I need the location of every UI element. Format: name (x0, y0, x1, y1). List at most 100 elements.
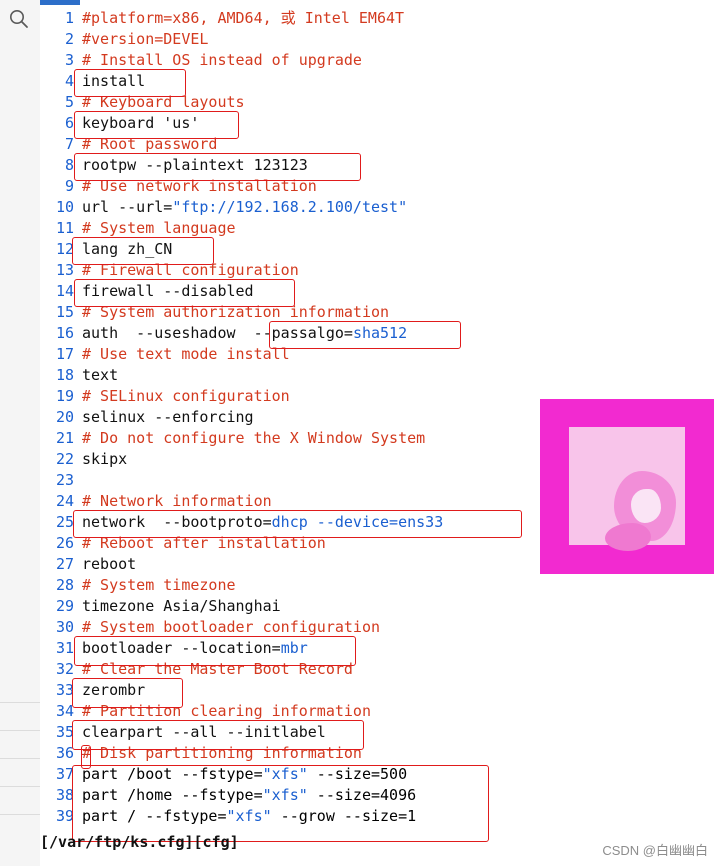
code-line[interactable]: 12 lang zh_CN (40, 239, 714, 260)
line-number: 38 (55, 786, 74, 804)
code-line[interactable]: 30 # System bootloader configuration (40, 617, 714, 638)
code-line[interactable]: 32 # Clear the Master Boot Record (40, 659, 714, 680)
line-number: 36 (55, 744, 74, 762)
code-text[interactable]: part /home --fstype="xfs" --size=4096 (74, 785, 416, 806)
pink-blob-3 (605, 523, 651, 551)
code-text[interactable]: # Use network installation (74, 176, 317, 197)
code-text[interactable]: firewall --disabled (74, 281, 254, 302)
code-line[interactable]: 29 timezone Asia/Shanghai (40, 596, 714, 617)
code-text[interactable]: # Keyboard layouts (74, 92, 245, 113)
strip-divider (0, 702, 40, 703)
code-line[interactable]: 2 #version=DEVEL (40, 29, 714, 50)
pink-thumbnail-inner (569, 427, 685, 551)
code-text[interactable]: timezone Asia/Shanghai (74, 596, 281, 617)
line-number: 10 (55, 198, 74, 216)
line-number: 37 (55, 765, 74, 783)
code-text[interactable]: bootloader --location=mbr (74, 638, 308, 659)
line-number: 33 (55, 681, 74, 699)
code-text[interactable]: part / --fstype="xfs" --grow --size=1 (74, 806, 416, 827)
code-line[interactable]: 35 clearpart --all --initlabel (40, 722, 714, 743)
code-text[interactable]: # Disk partitioning information (74, 743, 362, 764)
line-number: 9 (64, 177, 74, 195)
line-number: 35 (55, 723, 74, 741)
code-line[interactable]: 8 rootpw --plaintext 123123 (40, 155, 714, 176)
code-text[interactable]: selinux --enforcing (74, 407, 254, 428)
code-line[interactable]: 7 # Root password (40, 134, 714, 155)
line-number: 27 (55, 555, 74, 573)
code-text[interactable]: # Network information (74, 491, 272, 512)
code-text[interactable]: # Clear the Master Boot Record (74, 659, 353, 680)
code-line[interactable]: 9 # Use network installation (40, 176, 714, 197)
code-line[interactable]: 15 # System authorization information (40, 302, 714, 323)
code-text[interactable]: # Partition clearing information (74, 701, 371, 722)
line-number: 3 (64, 51, 74, 69)
code-line[interactable]: 34 # Partition clearing information (40, 701, 714, 722)
code-line[interactable]: 17 # Use text mode install (40, 344, 714, 365)
code-text[interactable]: zerombr (74, 680, 145, 701)
code-line[interactable]: 10 url --url="ftp://192.168.2.100/test" (40, 197, 714, 218)
line-number: 24 (55, 492, 74, 510)
code-line[interactable]: 28 # System timezone (40, 575, 714, 596)
code-line[interactable]: 36 # Disk partitioning information (40, 743, 714, 764)
code-text[interactable]: clearpart --all --initlabel (74, 722, 326, 743)
code-text[interactable]: text (74, 365, 118, 386)
code-text[interactable]: # Firewall configuration (74, 260, 299, 281)
code-line[interactable]: 37 part /boot --fstype="xfs" --size=500 (40, 764, 714, 785)
code-text[interactable]: # SELinux configuration (74, 386, 290, 407)
line-number: 14 (55, 282, 74, 300)
code-line[interactable]: 39 part / --fstype="xfs" --grow --size=1 (40, 806, 714, 827)
left-gutter-strip (0, 0, 41, 866)
code-line[interactable]: 13 # Firewall configuration (40, 260, 714, 281)
code-line[interactable]: 11 # System language (40, 218, 714, 239)
code-text[interactable]: network --bootproto=dhcp --device=ens33 (74, 512, 443, 533)
code-text[interactable]: lang zh_CN (74, 239, 172, 260)
code-line[interactable]: 14 firewall --disabled (40, 281, 714, 302)
code-text[interactable]: # Root password (74, 134, 217, 155)
line-number: 30 (55, 618, 74, 636)
line-number: 32 (55, 660, 74, 678)
line-number: 1 (64, 9, 74, 27)
code-text[interactable]: # System timezone (74, 575, 236, 596)
code-text[interactable]: # Use text mode install (74, 344, 290, 365)
pink-thumbnail (540, 399, 714, 574)
code-line[interactable]: 16 auth --useshadow --passalgo=sha512 (40, 323, 714, 344)
code-text[interactable]: skipx (74, 449, 127, 470)
code-text[interactable]: url --url="ftp://192.168.2.100/test" (74, 197, 407, 218)
code-text[interactable]: # System authorization information (74, 302, 389, 323)
search-icon[interactable] (8, 8, 30, 30)
code-text[interactable]: #platform=x86, AMD64, 或 Intel EM64T (74, 8, 404, 29)
active-tab-indicator[interactable] (40, 0, 80, 5)
line-number: 23 (55, 471, 74, 489)
code-text[interactable]: keyboard 'us' (74, 113, 199, 134)
line-number: 7 (64, 135, 74, 153)
code-text[interactable]: # Install OS instead of upgrade (74, 50, 362, 71)
code-line[interactable]: 5 # Keyboard layouts (40, 92, 714, 113)
code-text[interactable]: #version=DEVEL (74, 29, 208, 50)
code-text[interactable]: # Reboot after installation (74, 533, 326, 554)
code-text[interactable]: auth --useshadow --passalgo=sha512 (74, 323, 407, 344)
code-text[interactable]: rootpw --plaintext 123123 (74, 155, 308, 176)
strip-divider (0, 814, 40, 815)
line-number: 2 (64, 30, 74, 48)
code-line[interactable]: 4 install (40, 71, 714, 92)
code-text[interactable]: # Do not configure the X Window System (74, 428, 425, 449)
line-number: 28 (55, 576, 74, 594)
code-text[interactable]: # System bootloader configuration (74, 617, 380, 638)
line-number: 25 (55, 513, 74, 531)
code-text[interactable]: part /boot --fstype="xfs" --size=500 (74, 764, 407, 785)
line-number: 18 (55, 366, 74, 384)
code-line[interactable]: 18 text (40, 365, 714, 386)
code-line[interactable]: 31 bootloader --location=mbr (40, 638, 714, 659)
code-text[interactable]: # System language (74, 218, 236, 239)
code-line[interactable]: 38 part /home --fstype="xfs" --size=4096 (40, 785, 714, 806)
code-line[interactable]: 6 keyboard 'us' (40, 113, 714, 134)
code-line[interactable]: 33 zerombr (40, 680, 714, 701)
line-number: 26 (55, 534, 74, 552)
code-line[interactable]: 1 #platform=x86, AMD64, 或 Intel EM64T (40, 8, 714, 29)
code-text[interactable]: install (74, 71, 145, 92)
code-line[interactable]: 3 # Install OS instead of upgrade (40, 50, 714, 71)
line-number: 12 (55, 240, 74, 258)
code-text[interactable]: reboot (74, 554, 136, 575)
line-number: 16 (55, 324, 74, 342)
line-number: 19 (55, 387, 74, 405)
